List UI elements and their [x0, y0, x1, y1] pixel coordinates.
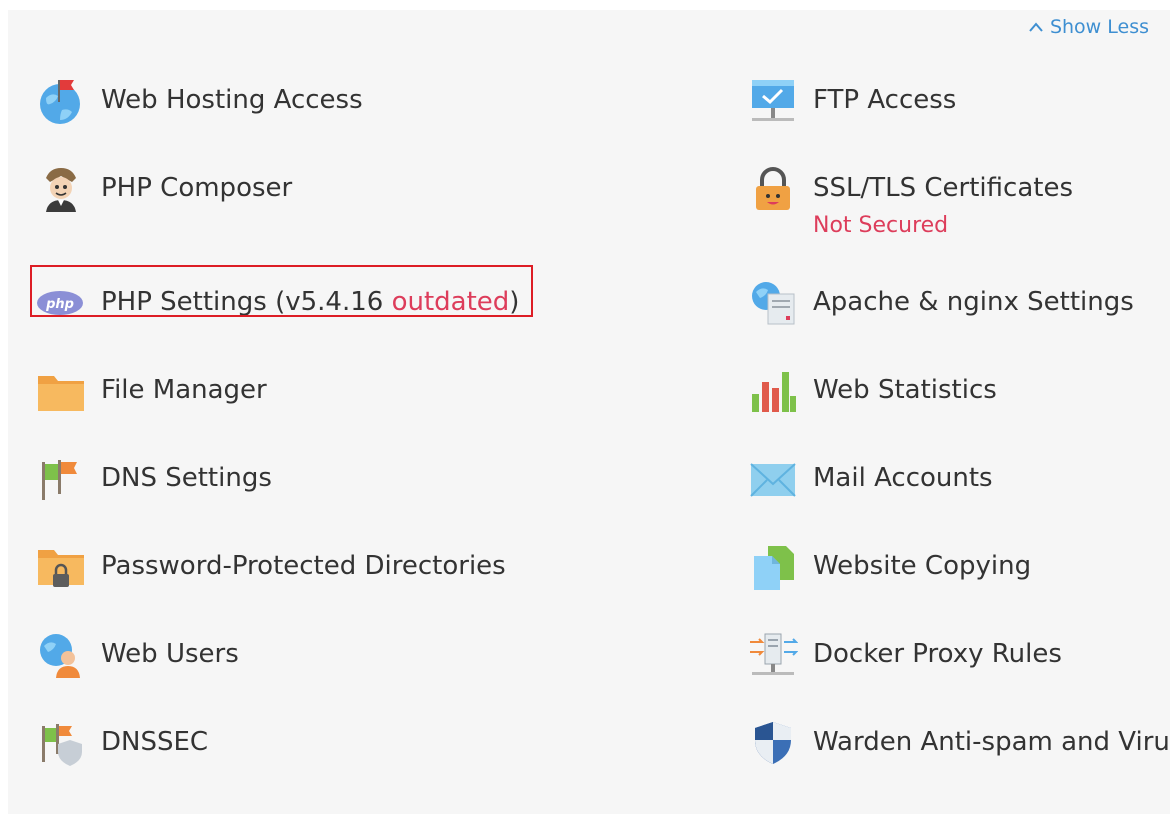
tool-web-statistics[interactable]: Web Statistics	[748, 366, 997, 416]
outdated-badge: outdated	[391, 287, 510, 317]
tool-php-settings[interactable]: php PHP Settings (v5.4.16 outdated)	[30, 265, 533, 328]
tool-label: SSL/TLS Certificates	[813, 173, 1073, 203]
tool-label: Web Statistics	[813, 375, 997, 405]
copy-pages-icon	[748, 542, 798, 592]
tool-label: Warden Anti-spam and Viru	[813, 727, 1170, 757]
ftp-server-icon	[748, 76, 798, 126]
tool-label: FTP Access	[813, 85, 957, 115]
tool-password-protected-directories[interactable]: Password-Protected Directories	[36, 542, 506, 592]
folder-icon	[36, 366, 86, 416]
tool-ssl-tls-certificates[interactable]: SSL/TLS Certificates Not Secured	[748, 164, 1073, 238]
bar-chart-icon	[748, 366, 798, 416]
php-icon: php	[36, 278, 86, 328]
tool-label: PHP Composer	[101, 173, 293, 203]
flags-shield-icon	[36, 718, 86, 768]
tools-panel: Show Less Web Hosting Access PHP Compose…	[8, 10, 1170, 814]
tool-label: File Manager	[101, 375, 267, 405]
tool-file-manager[interactable]: File Manager	[36, 366, 267, 416]
web-server-settings-icon	[748, 278, 798, 328]
tool-label: Password-Protected Directories	[101, 551, 506, 581]
tool-web-hosting-access[interactable]: Web Hosting Access	[36, 76, 363, 126]
tool-web-users[interactable]: Web Users	[36, 630, 239, 680]
tool-label: Web Hosting Access	[101, 85, 363, 115]
tool-label: Web Users	[101, 639, 239, 669]
docker-proxy-icon	[748, 630, 798, 680]
tool-label: Apache & nginx Settings	[813, 287, 1134, 317]
tool-apache-nginx-settings[interactable]: Apache & nginx Settings	[748, 278, 1134, 328]
locked-folder-icon	[36, 542, 86, 592]
tool-dns-settings[interactable]: DNS Settings	[36, 454, 272, 504]
tool-label: Mail Accounts	[813, 463, 993, 493]
tool-warden-anti-spam[interactable]: Warden Anti-spam and Viru	[748, 718, 1170, 768]
tool-dnssec[interactable]: DNSSEC	[36, 718, 208, 768]
shield-icon	[748, 718, 798, 768]
tool-label: DNS Settings	[101, 463, 272, 493]
composer-conductor-icon	[36, 164, 86, 214]
tool-label: PHP Settings (v5.4.16 outdated)	[101, 287, 520, 317]
tool-docker-proxy-rules[interactable]: Docker Proxy Rules	[748, 630, 1062, 680]
ssl-status: Not Secured	[813, 213, 949, 238]
show-less-label: Show Less	[1049, 16, 1149, 38]
svg-text:php: php	[45, 297, 74, 312]
tool-php-composer[interactable]: PHP Composer	[36, 164, 292, 214]
padlock-icon	[748, 164, 798, 214]
tool-label: DNSSEC	[101, 727, 209, 757]
globe-user-icon	[36, 630, 86, 680]
tool-label: Docker Proxy Rules	[813, 639, 1062, 669]
chevron-up-icon	[1029, 22, 1043, 32]
envelope-icon	[748, 454, 798, 504]
tool-label: Website Copying	[813, 551, 1032, 581]
tool-mail-accounts[interactable]: Mail Accounts	[748, 454, 993, 504]
show-less-link[interactable]: Show Less	[1028, 16, 1149, 38]
globe-flag-icon	[36, 76, 86, 126]
tool-ftp-access[interactable]: FTP Access	[748, 76, 956, 126]
tool-website-copying[interactable]: Website Copying	[748, 542, 1031, 592]
dns-flags-icon	[36, 454, 86, 504]
